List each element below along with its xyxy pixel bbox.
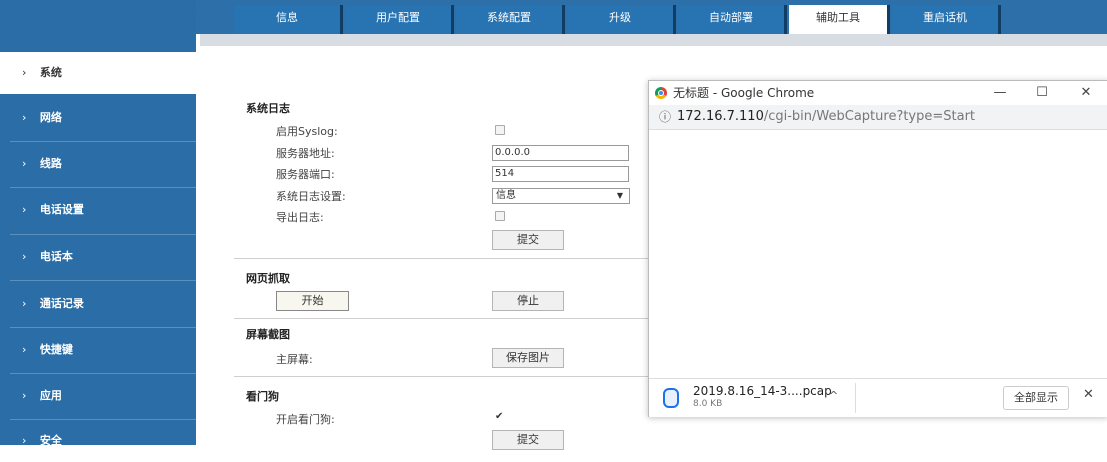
chrome-logo-icon [655,87,667,99]
sidebar-item-phone-settings[interactable]: › 电话设置 [0,189,196,231]
server-port-label: 服务器端口: [276,168,335,181]
url-host: 172.16.7.110 [677,109,764,124]
chevron-up-icon[interactable]: ^ [829,389,838,402]
sidebar-divider [10,280,196,281]
syslog-enable-checkbox[interactable] [495,125,505,135]
top-nav-underline [200,34,1107,46]
close-download-bar-icon[interactable]: ✕ [1083,387,1094,402]
download-divider [855,383,856,413]
watchdog-enable-checkbox[interactable]: ✔ [495,412,503,422]
chevron-right-icon: › [22,434,27,447]
window-title: 无标题 - Google Chrome [673,86,815,100]
maximize-icon[interactable]: ☐ [1027,81,1057,105]
capture-section-title: 网页抓取 [246,272,290,285]
chevron-right-icon: › [22,297,27,310]
sidebar-item-label: 通话记录 [39,297,84,310]
capture-start-button[interactable]: 开始 [276,291,349,311]
sidebar-item-system[interactable]: › 系统 [0,52,200,94]
tab-tools[interactable]: 辅助工具 [789,5,890,34]
sidebar-item-lines[interactable]: › 线路 [0,143,196,185]
section-divider [234,318,648,319]
syslog-enable-label: 启用Syslog: [276,125,338,138]
screenshot-section-title: 屏幕截图 [246,328,290,341]
export-log-checkbox[interactable] [495,211,505,221]
sidebar-item-label: 电话设置 [39,203,84,216]
tab-auto-provision[interactable]: 自动部署 [678,5,787,34]
watchdog-section-title: 看门狗 [246,390,279,403]
syslog-section-title: 系统日志 [246,102,290,115]
address-bar[interactable]: ⓘ 172.16.7.110/cgi-bin/WebCapture?type=S… [649,105,1107,130]
sidebar-item-label: 快捷键 [39,343,73,356]
chevron-right-icon: › [22,66,27,79]
sidebar-header [0,0,196,46]
sidebar-item-apps[interactable]: › 应用 [0,375,196,417]
url-path: /cgi-bin/WebCapture?type=Start [763,109,976,124]
chevron-right-icon: › [22,343,27,356]
chevron-right-icon: › [22,203,27,216]
sidebar-item-label: 应用 [39,389,62,402]
download-size: 8.0 KB [693,399,723,409]
main-screen-label: 主屏幕: [276,353,313,366]
chevron-right-icon: › [22,389,27,402]
window-title-bar: 无标题 - Google Chrome — ☐ ✕ [649,81,1107,105]
watchdog-submit-button[interactable]: 提交 [492,430,564,450]
syslog-submit-button[interactable]: 提交 [492,230,564,250]
sidebar-item-label: 网络 [39,111,62,124]
section-divider [234,258,648,259]
sidebar-item-label: 线路 [39,157,62,170]
download-filename[interactable]: 2019.8.16_14-3....pcap [693,384,832,398]
show-all-button[interactable]: 全部显示 [1003,386,1069,410]
tab-reboot[interactable]: 重启话机 [892,5,1001,34]
capture-stop-button[interactable]: 停止 [492,291,564,311]
tab-system-config[interactable]: 系统配置 [456,5,565,34]
log-level-label: 系统日志设置: [276,190,346,203]
sidebar-item-shortcuts[interactable]: › 快捷键 [0,329,196,371]
close-icon[interactable]: ✕ [1071,81,1101,105]
tab-user-config[interactable]: 用户配置 [345,5,454,34]
tab-upgrade[interactable]: 升级 [567,5,676,34]
watchdog-enable-label: 开启看门狗: [276,413,335,426]
chrome-popup-window: 无标题 - Google Chrome — ☐ ✕ ⓘ 172.16.7.110… [648,80,1107,417]
sidebar-divider [10,373,196,374]
export-log-label: 导出日志: [276,211,324,224]
tab-info[interactable]: 信息 [234,5,343,34]
sidebar-item-phonebook[interactable]: › 电话本 [0,236,196,278]
sidebar-divider [10,234,196,235]
info-icon[interactable]: ⓘ [659,105,671,129]
sidebar-divider [10,187,196,188]
sidebar-item-security[interactable]: › 安全 [0,420,196,462]
chevron-right-icon: › [22,111,27,124]
sidebar-item-label: 安全 [39,434,62,447]
sidebar-divider [10,327,196,328]
server-address-input[interactable]: 0.0.0.0 [492,145,629,161]
log-level-value: 信息 [496,190,516,201]
sidebar-item-call-log[interactable]: › 通话记录 [0,283,196,325]
url-text: 172.16.7.110/cgi-bin/WebCapture?type=Sta… [677,105,975,129]
section-divider [234,376,648,377]
server-address-label: 服务器地址: [276,147,335,160]
download-bar: 2019.8.16_14-3....pcap 8.0 KB ^ 全部显示 ✕ [649,378,1107,417]
chevron-right-icon: › [22,157,27,170]
server-port-input[interactable]: 514 [492,166,629,182]
sidebar-divider [10,141,196,142]
sidebar-item-label: 系统 [39,66,62,79]
chevron-right-icon: › [22,250,27,263]
download-file-icon [663,388,679,408]
sidebar-item-network[interactable]: › 网络 [0,97,196,139]
minimize-icon[interactable]: — [985,81,1015,105]
save-image-button[interactable]: 保存图片 [492,348,564,368]
sidebar-item-label: 电话本 [39,250,73,263]
caret-down-icon: ▼ [616,191,623,200]
log-level-select[interactable]: 信息 ▼ [492,188,630,204]
